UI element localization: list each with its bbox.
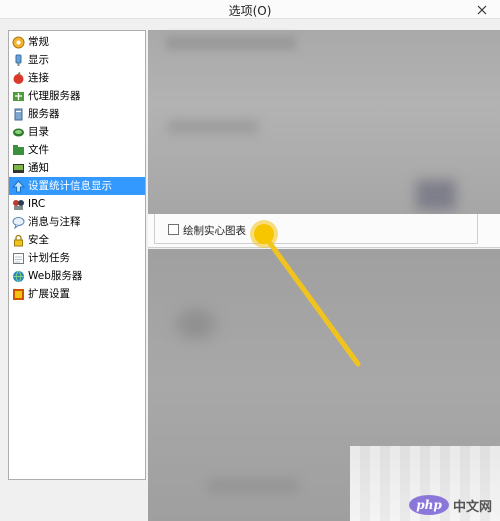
close-icon bbox=[477, 5, 487, 14]
blurred-text bbox=[168, 120, 258, 134]
web-server-icon bbox=[12, 270, 25, 283]
statistics-icon bbox=[12, 179, 25, 193]
irc-icon bbox=[12, 198, 25, 211]
watermark-area: php 中文网 bbox=[350, 446, 500, 521]
tree-item-notification[interactable]: 通知 bbox=[9, 159, 145, 177]
tree-item-display[interactable]: 显示 bbox=[9, 51, 145, 69]
blurred-control bbox=[176, 309, 216, 339]
options-tree[interactable]: 常规 显示 连接 代理服务器 服务器 目录 文件 通知 设置统计信息显示 IRC… bbox=[8, 30, 146, 480]
file-icon bbox=[12, 144, 25, 157]
tree-item-proxy[interactable]: 代理服务器 bbox=[9, 87, 145, 105]
blurred-text bbox=[166, 36, 296, 50]
tree-item-connection[interactable]: 连接 bbox=[9, 69, 145, 87]
tree-item-security[interactable]: 安全 bbox=[9, 231, 145, 249]
title-bar: 选项(O) bbox=[0, 0, 500, 19]
solid-chart-checkbox-label[interactable]: 绘制实心图表 bbox=[183, 223, 246, 238]
tree-item-schedule[interactable]: 计划任务 bbox=[9, 249, 145, 267]
watermark: php 中文网 bbox=[408, 495, 492, 515]
watermark-suffix: 中文网 bbox=[452, 499, 492, 515]
general-icon bbox=[12, 36, 25, 49]
settings-panel-top bbox=[148, 30, 500, 214]
folder-icon bbox=[12, 126, 25, 139]
tree-item-general[interactable]: 常规 bbox=[9, 33, 145, 51]
connection-icon bbox=[12, 71, 25, 85]
schedule-icon bbox=[12, 252, 25, 265]
server-icon bbox=[12, 108, 25, 121]
tree-item-extended-settings[interactable]: 扩展设置 bbox=[9, 285, 145, 303]
tree-item-irc[interactable]: IRC bbox=[9, 195, 145, 213]
tree-item-statistics[interactable]: 设置统计信息显示 bbox=[9, 177, 145, 195]
blurred-control bbox=[416, 180, 456, 210]
tree-item-server[interactable]: 服务器 bbox=[9, 105, 145, 123]
display-icon bbox=[12, 54, 25, 67]
window-title: 选项(O) bbox=[228, 4, 272, 18]
blurred-text bbox=[208, 479, 298, 493]
lock-icon bbox=[12, 234, 25, 247]
solid-chart-checkbox[interactable] bbox=[168, 224, 179, 235]
php-logo: php bbox=[408, 495, 449, 515]
notification-icon bbox=[12, 162, 25, 175]
tree-item-messages[interactable]: 消息与注释 bbox=[9, 213, 145, 231]
close-button[interactable] bbox=[464, 0, 500, 19]
message-icon bbox=[12, 216, 25, 229]
proxy-icon bbox=[12, 90, 25, 103]
solid-chart-option-row: 绘制实心图表 bbox=[148, 214, 500, 248]
tree-item-file[interactable]: 文件 bbox=[9, 141, 145, 159]
tree-item-web-server[interactable]: Web服务器 bbox=[9, 267, 145, 285]
extended-settings-icon bbox=[12, 288, 25, 301]
tree-item-folder[interactable]: 目录 bbox=[9, 123, 145, 141]
